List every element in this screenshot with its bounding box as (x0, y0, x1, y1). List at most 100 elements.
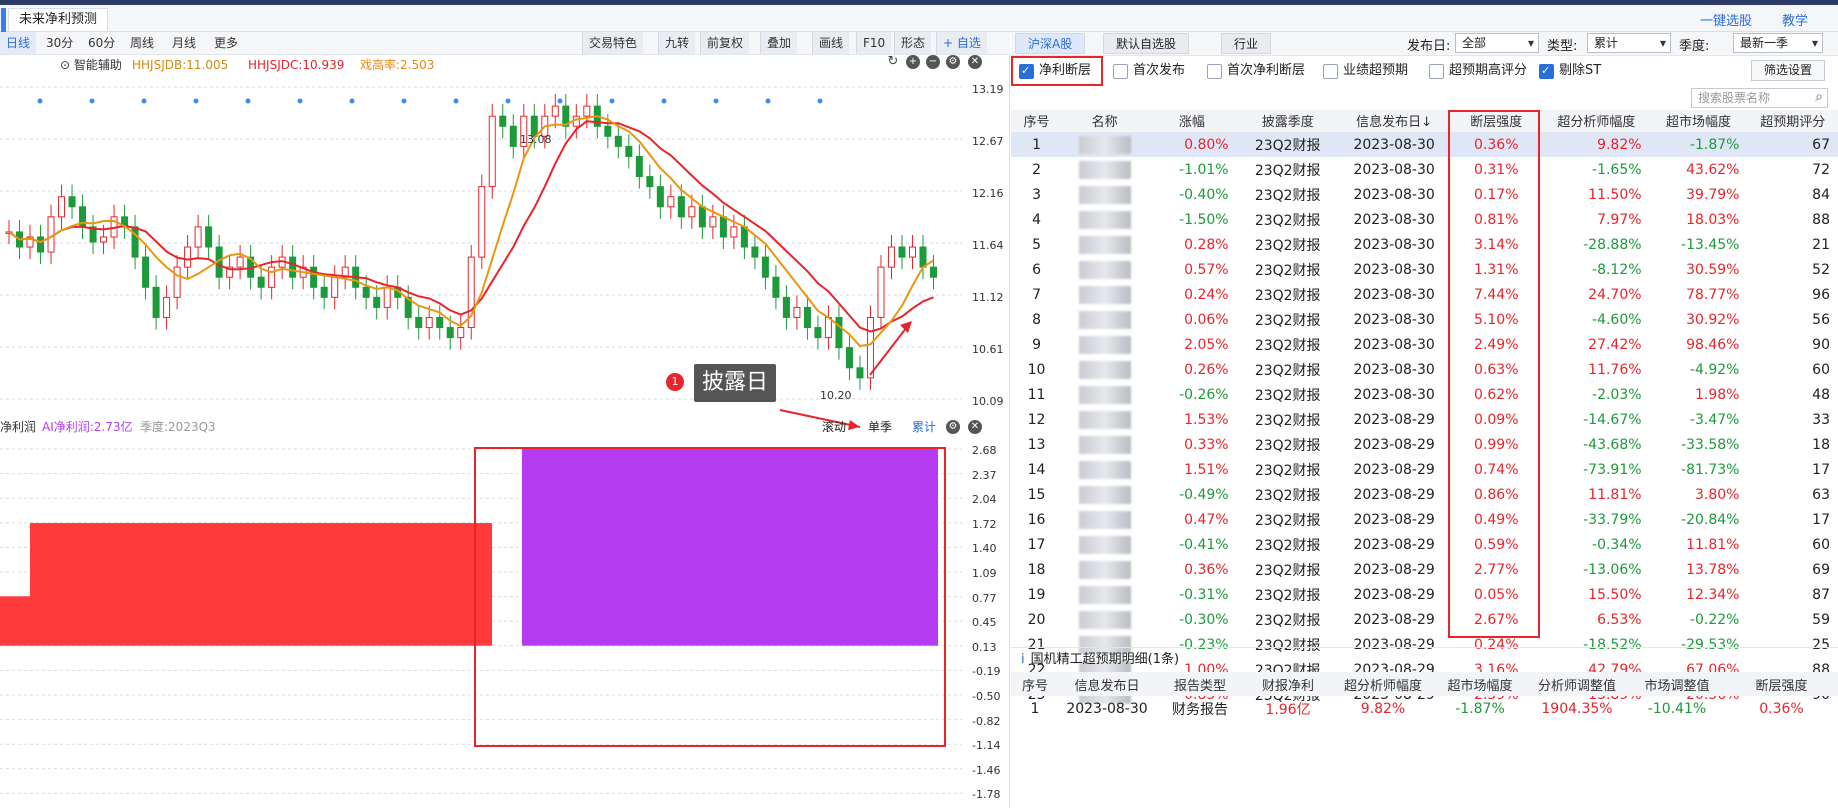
table-row[interactable]: 7 0.24% 23Q2财报 2023-08-30 7.44% 24.70% 78.77% 9… (1011, 282, 1838, 307)
table-row[interactable]: 11 -0.26% 23Q2财报 2023-08-30 0.62% -2.03% 1.98%… (1011, 382, 1838, 407)
nine-turn-button[interactable]: 九转 (658, 32, 696, 54)
cell-4: 2023-08-30 (1353, 261, 1435, 278)
check-beat-high[interactable]: 超预期高评分 (1429, 62, 1527, 80)
period-30m[interactable]: 30分 (40, 32, 79, 54)
detail-row[interactable]: 1 2023-08-30 财务报告 1.96亿 9.82% -1.87% 1904.35% -… (1011, 696, 1838, 722)
table-row[interactable]: 2 -1.01% 23Q2财报 2023-08-30 0.31% -1.65% 43.62%… (1011, 157, 1838, 182)
search-input[interactable]: 搜索股票名称 (1691, 88, 1828, 108)
refresh-icon[interactable]: ↻ (886, 55, 900, 69)
pattern-button[interactable]: 形态 (894, 32, 932, 54)
event-dot (817, 98, 823, 104)
table-row[interactable]: 16 0.47% 23Q2财报 2023-08-29 0.49% -33.79% -20.8… (1011, 507, 1838, 532)
col-header-1[interactable]: 名称 (1062, 110, 1148, 133)
check-first-gap[interactable]: 首次净利断层 (1207, 62, 1305, 80)
restore-right-button[interactable]: 前复权 (700, 32, 750, 54)
tab-watchlist[interactable]: 默认自选股 (1103, 33, 1190, 54)
window-tab[interactable]: 未来净利预测 (0, 8, 109, 32)
period-month[interactable]: 月线 (166, 32, 202, 54)
table-row[interactable]: 19 -0.31% 23Q2财报 2023-08-29 0.05% 15.50% 12.34… (1011, 582, 1838, 607)
settings-icon[interactable]: ⚙ (946, 55, 960, 69)
pub-date-select[interactable]: 全部 (1455, 33, 1539, 53)
overlay-button[interactable]: 叠加 (760, 32, 798, 54)
season-select[interactable]: 最新一季 (1733, 33, 1823, 53)
price-tick: 12.67 (972, 135, 1004, 148)
cell-2: -1.50% (1179, 211, 1229, 228)
cell-0: 15 (1027, 486, 1046, 503)
minus-icon[interactable]: − (926, 55, 940, 69)
price-chart[interactable]: 13.08 10.20 (0, 75, 1010, 445)
quick-pick-link[interactable]: 一键选股 (1700, 10, 1752, 29)
tab-industry[interactable]: 行业 (1221, 33, 1272, 54)
title-bar: 未来净利预测 一键选股 教学 (0, 5, 1838, 32)
plus-icon[interactable]: + (906, 55, 920, 69)
candle-body (908, 246, 916, 258)
candle-body (583, 105, 591, 117)
tab-hs-a[interactable]: 沪深A股 (1015, 33, 1086, 54)
col-header-4[interactable]: 信息发布日↓ (1338, 110, 1450, 133)
candle-body (152, 286, 160, 318)
cell-3: 23Q2财报 (1254, 587, 1321, 604)
table-row[interactable]: 4 -1.50% 23Q2财报 2023-08-30 0.81% 7.97% 18.03% 8… (1011, 207, 1838, 232)
table-row[interactable]: 17 -0.41% 23Q2财报 2023-08-29 0.59% -0.34% 11.81… (1011, 532, 1838, 557)
toggle-cumulative[interactable]: 累计 (912, 417, 936, 437)
check-first-release[interactable]: 首次发布 (1113, 62, 1185, 80)
lower-settings-icon[interactable]: ⚙ (946, 420, 960, 434)
table-row[interactable]: 3 -0.40% 23Q2财报 2023-08-30 0.17% 11.50% 39.79%… (1011, 182, 1838, 207)
cell-8: 17 (1812, 511, 1830, 528)
table-row[interactable]: 12 1.53% 23Q2财报 2023-08-29 0.09% -14.67% -3.47… (1011, 407, 1838, 432)
cell-0: 8 (1032, 311, 1041, 328)
check-exclude-st[interactable]: 剔除ST (1539, 62, 1601, 80)
check-beat[interactable]: 业绩超预期 (1323, 62, 1408, 80)
table-row[interactable]: 5 0.28% 23Q2财报 2023-08-30 3.14% -28.88% -13.45… (1011, 232, 1838, 257)
table-body: 1 0.80% 23Q2财报 2023-08-30 0.36% 9.82% -1.87% 67… (1011, 132, 1838, 707)
trade-feature-button[interactable]: 交易特色 (582, 32, 644, 54)
cell-1 (1062, 282, 1147, 307)
event-dot (37, 98, 43, 104)
toggle-rolling[interactable]: 滚动 (822, 417, 846, 437)
table-row[interactable]: 13 0.33% 23Q2财报 2023-08-29 0.99% -43.68% -33.5… (1011, 432, 1838, 457)
candle-body (877, 266, 885, 318)
candle-body (205, 226, 213, 248)
col-header-7[interactable]: 超市场幅度 (1649, 110, 1748, 133)
table-row[interactable]: 6 0.57% 23Q2财报 2023-08-30 1.31% -8.12% 30.59% 5… (1011, 257, 1838, 282)
table-row[interactable]: 8 0.06% 23Q2财报 2023-08-30 5.10% -4.60% 30.92% 5… (1011, 307, 1838, 332)
candle-body (362, 286, 370, 298)
cell-0: 6 (1032, 261, 1041, 278)
lower-close-icon[interactable]: ✕ (968, 420, 982, 434)
filter-settings-button[interactable]: 筛选设置 (1751, 60, 1826, 81)
table-row[interactable]: 18 0.36% 23Q2财报 2023-08-29 2.77% -13.06% 13.78… (1011, 557, 1838, 582)
draw-line-button[interactable]: 画线 (812, 32, 850, 54)
close-icon[interactable]: ✕ (968, 55, 982, 69)
table-row[interactable]: 9 2.05% 23Q2财报 2023-08-30 2.49% 27.42% 98.46% 9… (1011, 332, 1838, 357)
chart-panel: 日线 30分 60分 周线 月线 更多 交易特色 九转 前复权 叠加 画线 F1… (0, 32, 1010, 808)
table-row[interactable]: 10 0.26% 23Q2财报 2023-08-30 0.63% 11.76% -4.92%… (1011, 357, 1838, 382)
cell-3: 23Q2财报 (1254, 312, 1321, 329)
table-row[interactable]: 1 0.80% 23Q2财报 2023-08-30 0.36% 9.82% -1.87% 67 (1011, 132, 1838, 157)
cell-4: 2023-08-29 (1353, 586, 1435, 603)
col-header-2[interactable]: 涨幅 (1147, 110, 1237, 133)
toggle-single[interactable]: 单季 (868, 417, 892, 437)
teach-link[interactable]: 教学 (1782, 10, 1808, 29)
cell-3: 23Q2财报 (1254, 337, 1321, 354)
col-header-0[interactable]: 序号 (1011, 110, 1063, 133)
assist-toggle[interactable]: ⊙ 智能辅助 (60, 55, 122, 75)
cell-1 (1062, 257, 1147, 282)
col-header-8[interactable]: 超预期评分 (1747, 110, 1838, 133)
candle-body (58, 196, 66, 218)
period-60m[interactable]: 60分 (82, 32, 121, 54)
candle-body (509, 125, 517, 147)
period-day[interactable]: 日线 (0, 32, 37, 54)
table-row[interactable]: 20 -0.30% 23Q2财报 2023-08-29 2.67% 6.53% -0.22%… (1011, 607, 1838, 632)
table-row[interactable]: 14 1.51% 23Q2财报 2023-08-29 0.74% -73.91% -81.7… (1011, 457, 1838, 482)
period-week[interactable]: 周线 (124, 32, 160, 54)
cell-6: -4.60% (1592, 311, 1642, 328)
cell-8: 90 (1812, 336, 1830, 353)
type-select[interactable]: 累计 (1587, 33, 1671, 53)
col-header-3[interactable]: 披露季度 (1236, 110, 1339, 133)
f10-button[interactable]: F10 (856, 32, 892, 54)
cell-2: -0.30% (1179, 611, 1229, 628)
period-more[interactable]: 更多 (208, 32, 244, 54)
add-watch-button[interactable]: + 自选 (936, 32, 987, 54)
table-row[interactable]: 15 -0.49% 23Q2财报 2023-08-29 0.86% 11.81% 3.80%… (1011, 482, 1838, 507)
col-header-6[interactable]: 超分析师幅度 (1543, 110, 1650, 133)
